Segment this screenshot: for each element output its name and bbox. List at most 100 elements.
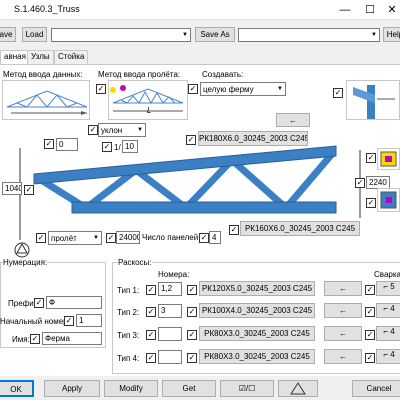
name-checkbox[interactable]: ✓ — [30, 334, 40, 344]
brace-numbers-checkbox[interactable]: ✓ — [146, 285, 156, 295]
weld-button[interactable]: ⌐ 5 — [376, 281, 400, 296]
bottom-node-checkbox[interactable]: ✓ — [366, 198, 376, 208]
weld-checkbox[interactable]: ✓ — [365, 307, 375, 317]
brace-numbers-checkbox[interactable]: ✓ — [146, 330, 156, 340]
brace-profile-checkbox[interactable]: ✓ — [187, 353, 197, 363]
bottom-chord-checkbox[interactable]: ✓ — [229, 225, 239, 235]
weld-checkbox[interactable]: ✓ — [365, 330, 375, 340]
brace-profile-button[interactable]: РК100Х4.0_30245_2003 С245 — [199, 303, 315, 318]
span-symbol: L — [147, 106, 152, 115]
create-checkbox[interactable]: ✓ — [188, 84, 198, 94]
load-button[interactable]: Load — [22, 27, 47, 42]
title-bar: S.1.460.3_Truss — ☐ ✕ — [0, 0, 400, 20]
toggle-checks-button[interactable]: ☑/☐ — [220, 380, 274, 397]
create-label: Создавать: — [202, 70, 244, 79]
brace-numbers-checkbox[interactable]: ✓ — [146, 353, 156, 363]
brace-type-label: Тип 2: — [117, 308, 140, 317]
node-preview — [346, 80, 400, 120]
weld-button[interactable]: ⌐ 4 — [376, 303, 400, 318]
brace-type-label: Тип 4: — [117, 354, 140, 363]
brace-profile-button[interactable]: РК80Х3.0_30245_2003 С245 — [199, 326, 315, 341]
ok-button[interactable]: OK — [0, 380, 34, 397]
tab-main[interactable]: авная — [0, 50, 30, 65]
name-input[interactable]: Ферма — [42, 332, 102, 345]
brace-numbers-input[interactable]: 1,2 — [158, 282, 182, 296]
weld-icon: ⌐ — [383, 282, 388, 291]
weld-icon: ⌐ — [383, 350, 388, 359]
brace-numbers-checkbox[interactable]: ✓ — [146, 307, 156, 317]
close-icon[interactable]: ✕ — [382, 0, 400, 20]
start-number-checkbox[interactable]: ✓ — [64, 316, 74, 326]
bottom-node-icon — [380, 191, 397, 209]
modify-button[interactable]: Modify — [104, 380, 158, 397]
save-as-button[interactable]: Save As — [195, 27, 235, 42]
save-as-combo[interactable]: ▼ — [238, 28, 380, 42]
panels-label: Число панелей: — [142, 233, 201, 242]
brace-numbers-input[interactable]: 3 — [158, 304, 182, 318]
brace-arrow-button[interactable]: ← — [324, 349, 362, 364]
weld-checkbox[interactable]: ✓ — [365, 353, 375, 363]
weld-icon: ⌐ — [383, 304, 388, 313]
panels-checkbox[interactable]: ✓ — [199, 233, 209, 243]
numbers-header: Номера: — [158, 270, 190, 279]
top-node-checkbox[interactable]: ✓ — [366, 153, 376, 163]
weld-button[interactable]: ⌐ 4 — [376, 326, 400, 341]
height-right-checkbox[interactable]: ✓ — [355, 178, 365, 188]
height-left-input[interactable]: 1040 — [2, 182, 22, 195]
help-button[interactable]: Help — [383, 27, 400, 42]
span-method-checkbox[interactable]: ✓ — [96, 84, 106, 94]
name-label: Имя: — [12, 335, 30, 344]
file-combo[interactable]: ▼ — [51, 28, 191, 42]
brace-profile-checkbox[interactable]: ✓ — [187, 307, 197, 317]
height-left-checkbox[interactable]: ✓ — [24, 185, 34, 195]
span-method-label: Метод ввода пролёта: — [98, 70, 181, 79]
maximize-icon[interactable]: ☐ — [360, 0, 380, 20]
apply-button[interactable]: Apply — [44, 380, 100, 397]
prefix-input[interactable]: Ф — [46, 296, 102, 309]
brace-arrow-button[interactable]: ← — [324, 326, 362, 341]
brace-profile-checkbox[interactable]: ✓ — [187, 285, 197, 295]
warning-button[interactable] — [278, 380, 318, 397]
panels-input[interactable]: 4 — [209, 231, 221, 244]
span-value-input[interactable]: 24000 — [116, 231, 140, 244]
brace-type-label: Тип 1: — [117, 286, 140, 295]
input-method-label: Метод ввода данных: — [3, 70, 83, 79]
prefix-checkbox[interactable]: ✓ — [34, 298, 44, 308]
create-combo[interactable]: целую ферму ▼ — [200, 82, 286, 96]
save-button[interactable]: ave — [0, 27, 16, 42]
span-combo[interactable]: пролёт ▼ — [48, 231, 102, 245]
weld-checkbox[interactable]: ✓ — [365, 285, 375, 295]
minimize-icon[interactable]: — — [335, 0, 355, 20]
start-number-input[interactable]: 1 — [76, 314, 102, 327]
truss-input-diagram — [6, 90, 88, 115]
span-value-checkbox[interactable]: ✓ — [106, 233, 116, 243]
chevron-down-icon: ▼ — [182, 32, 188, 38]
brace-numbers-input[interactable] — [158, 327, 182, 341]
top-node-icon — [380, 151, 397, 167]
span-method-picker[interactable]: L — [108, 80, 188, 120]
weld-icon: ⌐ — [383, 327, 388, 336]
input-method-picker[interactable] — [2, 80, 90, 120]
brace-arrow-button[interactable]: ← — [324, 281, 362, 296]
tab-post[interactable]: Стойка — [54, 50, 89, 64]
cancel-button[interactable]: Cancel — [352, 380, 400, 397]
tab-nodes[interactable]: Узлы — [27, 50, 54, 64]
weld-size: 4 — [390, 304, 395, 313]
weld-button[interactable]: ⌐ 4 — [376, 349, 400, 364]
bottom-node-button[interactable] — [377, 188, 400, 212]
preview-checkbox[interactable]: ✓ — [333, 88, 343, 98]
top-node-button[interactable] — [377, 148, 400, 170]
span-checkbox[interactable]: ✓ — [36, 233, 46, 243]
brace-type-label: Тип 3: — [117, 331, 140, 340]
brace-profile-button[interactable]: РК80Х3.0_30245_2003 С245 — [199, 349, 315, 364]
chevron-down-icon: ▼ — [371, 32, 377, 38]
chevron-down-icon: ▼ — [277, 86, 283, 92]
braces-title: Раскосы: — [118, 258, 152, 267]
brace-numbers-input[interactable] — [158, 350, 182, 364]
brace-profile-checkbox[interactable]: ✓ — [187, 330, 197, 340]
brace-arrow-button[interactable]: ← — [324, 303, 362, 318]
weld-size: 4 — [390, 350, 395, 359]
brace-profile-button[interactable]: РК120Х5.0_30245_2003 С245 — [199, 281, 315, 296]
get-button[interactable]: Get — [162, 380, 216, 397]
bottom-chord-button[interactable]: РК160Х6.0_30245_2003 С245 — [240, 221, 360, 236]
